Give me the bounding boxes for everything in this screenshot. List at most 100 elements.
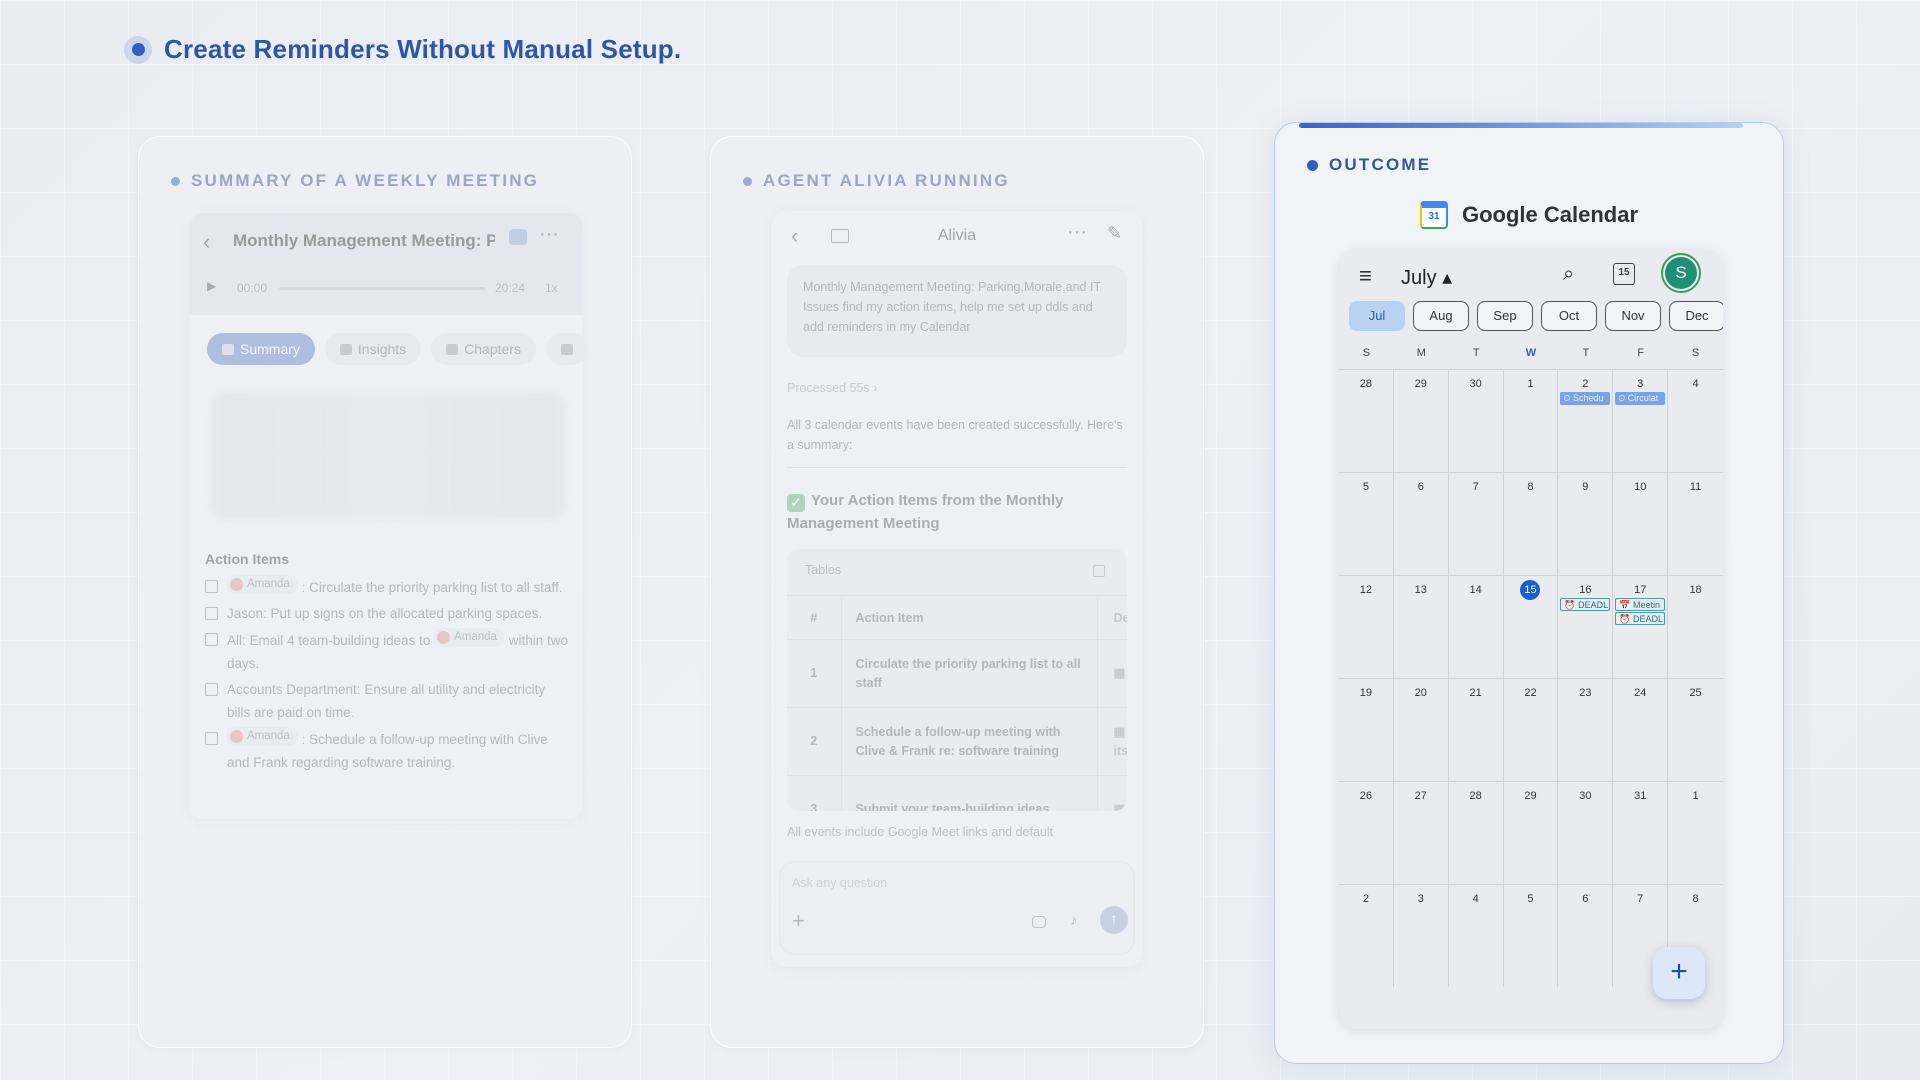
magic-wand-icon[interactable]: ✎ xyxy=(1107,223,1122,244)
row-extra: itsc xyxy=(1113,743,1128,758)
day-number: 18 xyxy=(1689,584,1702,596)
calendar-event[interactable]: ⏲ Schedu xyxy=(1560,392,1611,405)
calendar-day-cell[interactable]: 30 xyxy=(1558,781,1614,884)
action-item-checkbox[interactable] xyxy=(205,580,218,593)
calendar-day-cell[interactable]: 13 xyxy=(1393,575,1449,678)
calendar-day-cell[interactable]: 29 xyxy=(1503,781,1559,884)
tab-notes[interactable] xyxy=(545,333,588,365)
calendar-event[interactable]: ⏰ DEADL xyxy=(1615,612,1666,625)
calendar-day-cell[interactable]: 6 xyxy=(1393,472,1449,575)
weekday-label: M xyxy=(1416,347,1426,359)
chat-input-box[interactable]: Ask any question + ♪ ↑ xyxy=(779,861,1135,955)
more-options-icon[interactable]: ··· xyxy=(539,223,559,246)
calendar-day-cell[interactable]: 5 xyxy=(1339,472,1394,575)
avatar[interactable]: S xyxy=(1661,253,1701,293)
mention-chip[interactable]: Amanda xyxy=(434,628,505,647)
back-icon[interactable]: ‹ xyxy=(203,229,210,255)
agent-heading: ✓ Your Action Items from the Monthly Mana… xyxy=(787,489,1127,535)
calendar-day-cell[interactable]: 9 xyxy=(1558,472,1614,575)
calendar-day-cell[interactable]: 10 xyxy=(1613,472,1669,575)
calendar-day-cell[interactable]: 1 xyxy=(1503,369,1559,472)
mention-chip[interactable]: Amanda xyxy=(227,727,298,746)
speech-bubble-icon xyxy=(509,229,527,245)
send-icon[interactable]: ↑ xyxy=(1100,906,1128,934)
calendar-event[interactable]: 📅 Meetin xyxy=(1615,598,1666,611)
action-item: All: Email 4 team-building ideas to Aman… xyxy=(205,628,569,675)
tab-chapters[interactable]: Chapters xyxy=(431,333,536,365)
calendar-day-cell[interactable]: 20 xyxy=(1393,678,1449,781)
tab-summary[interactable]: Summary xyxy=(207,333,315,365)
calendar-day-cell[interactable]: 18 xyxy=(1668,575,1723,678)
calendar-day-cell[interactable]: 7 xyxy=(1448,472,1504,575)
month-chip-sep[interactable]: Sep xyxy=(1477,301,1533,331)
calendar-day-cell[interactable]: 3 xyxy=(1393,884,1449,987)
playback-progress-bar[interactable] xyxy=(279,287,485,290)
month-chip-aug[interactable]: Aug xyxy=(1413,301,1469,331)
calendar-day-cell[interactable]: 8 xyxy=(1503,472,1559,575)
month-dropdown[interactable]: July ▴ xyxy=(1401,265,1452,290)
meeting-header: ‹ Monthly Management Meeting: Parking ··… xyxy=(189,213,583,315)
calendar-day-cell[interactable]: 29 xyxy=(1393,369,1449,472)
search-icon[interactable]: ⌕ xyxy=(1563,263,1574,286)
copy-icon[interactable] xyxy=(1093,565,1105,577)
tab-insights[interactable]: Insights xyxy=(324,333,422,365)
mention-name: Amanda xyxy=(247,730,290,742)
summary-tabs: Summary Insights Chapters xyxy=(207,333,588,365)
calendar-day-cell[interactable]: 23 xyxy=(1558,678,1614,781)
calendar-day-cell[interactable]: 14 xyxy=(1448,575,1504,678)
calendar-day-cell[interactable]: 4 xyxy=(1668,369,1723,472)
chat-mode-icon[interactable] xyxy=(1032,916,1046,928)
action-item-checkbox[interactable] xyxy=(205,633,218,646)
calendar-day-cell[interactable]: 2 ⏲ Schedu xyxy=(1558,369,1614,472)
action-item-checkbox[interactable] xyxy=(205,732,218,745)
chat-input-placeholder[interactable]: Ask any question xyxy=(792,876,887,890)
calendar-day-cell[interactable]: 4 xyxy=(1448,884,1504,987)
calendar-day-cell[interactable]: 21 xyxy=(1448,678,1504,781)
calendar-day-cell[interactable]: 3 ⏲ Circulat xyxy=(1613,369,1669,472)
calendar-day-cell[interactable]: 2 xyxy=(1339,884,1394,987)
calendar-event[interactable]: ⏲ Circulat xyxy=(1615,392,1666,405)
hamburger-menu-icon[interactable]: ≡ xyxy=(1359,263,1372,289)
mention-chip[interactable]: Amanda xyxy=(227,575,298,594)
calendar-day-cell[interactable]: 28 xyxy=(1448,781,1504,884)
day-number: 22 xyxy=(1524,687,1537,699)
month-chip-jul[interactable]: Jul xyxy=(1349,301,1405,331)
calendar-day-cell[interactable]: 16 ⏰ DEADL xyxy=(1558,575,1614,678)
calendar-day-cell[interactable]: 12 xyxy=(1339,575,1394,678)
month-chip-nov[interactable]: Nov xyxy=(1605,301,1661,331)
calendar-grid: 28 29 30 1 2 ⏲ Schedu 3 ⏲ Circulat 4 5 6 7 8 9 10 11 12 1… xyxy=(1339,369,1723,987)
calendar-day-cell[interactable]: 15 xyxy=(1503,575,1559,678)
day-number: 31 xyxy=(1634,790,1647,802)
calendar-day-cell[interactable]: 6 xyxy=(1558,884,1614,987)
calendar-day-cell[interactable]: 27 xyxy=(1393,781,1449,884)
microphone-icon[interactable]: ♪ xyxy=(1070,912,1078,929)
action-item-checkbox[interactable] xyxy=(205,683,218,696)
calendar-day-cell[interactable]: 31 xyxy=(1613,781,1669,884)
month-chip-oct[interactable]: Oct xyxy=(1541,301,1597,331)
more-options-icon[interactable]: ··· xyxy=(1067,221,1087,244)
calendar-day-cell[interactable]: 22 xyxy=(1503,678,1559,781)
day-number: 13 xyxy=(1414,584,1427,596)
avatar xyxy=(230,578,243,591)
month-chip-dec[interactable]: Dec xyxy=(1669,301,1723,331)
calendar-day-cell[interactable]: 19 xyxy=(1339,678,1394,781)
calendar-day-cell[interactable]: 30 xyxy=(1448,369,1504,472)
calendar-day-cell[interactable]: 1 xyxy=(1668,781,1723,884)
add-event-button[interactable]: + xyxy=(1653,947,1705,999)
action-item-checkbox[interactable] xyxy=(205,607,218,620)
processed-status[interactable]: Processed 55s › xyxy=(787,381,877,395)
calendar-event[interactable]: ⏰ DEADL xyxy=(1560,598,1611,611)
calendar-day-cell[interactable]: 28 xyxy=(1339,369,1394,472)
calendar-day-cell[interactable]: 25 xyxy=(1668,678,1723,781)
calendar-day-cell[interactable]: 24 xyxy=(1613,678,1669,781)
calendar-day-cell[interactable]: 17 📅 Meetin ⏰ DEADL xyxy=(1613,575,1669,678)
calendar-day-cell[interactable]: 11 xyxy=(1668,472,1723,575)
calendar-day-cell[interactable]: 26 xyxy=(1339,781,1394,884)
add-attachment-icon[interactable]: + xyxy=(792,908,805,934)
today-calendar-icon[interactable]: 15 xyxy=(1613,263,1635,285)
table-header-row: # Action Item De xyxy=(787,595,1127,640)
playback-speed[interactable]: 1x xyxy=(545,281,558,295)
play-icon[interactable]: ▶ xyxy=(207,279,216,293)
calendar-day-cell[interactable]: 5 xyxy=(1503,884,1559,987)
day-number: 14 xyxy=(1469,584,1482,596)
